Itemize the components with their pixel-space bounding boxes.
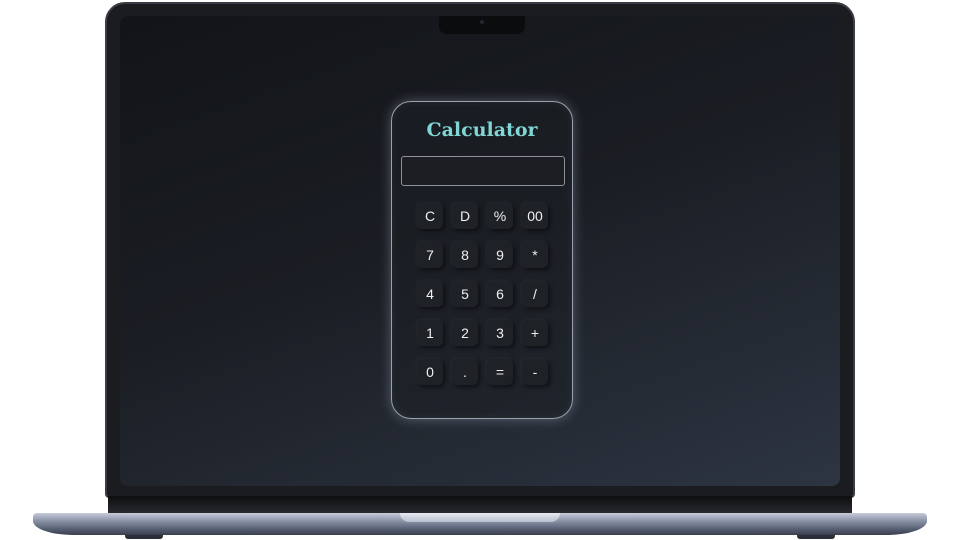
key-6[interactable]: 6 xyxy=(487,281,513,307)
laptop-foot-right xyxy=(797,535,835,539)
laptop-base xyxy=(33,513,927,535)
laptop-lid: Calculator C D % 00 7 8 9 * 4 5 6 / 1 2 xyxy=(105,2,855,498)
key-3[interactable]: 3 xyxy=(487,320,513,346)
key-subtract[interactable]: - xyxy=(522,359,548,385)
key-9[interactable]: 9 xyxy=(487,242,513,268)
key-divide[interactable]: / xyxy=(522,281,548,307)
calculator-panel: Calculator C D % 00 7 8 9 * 4 5 6 / 1 2 xyxy=(391,101,573,419)
laptop-mockup: Calculator C D % 00 7 8 9 * 4 5 6 / 1 2 xyxy=(0,0,960,540)
key-0[interactable]: 0 xyxy=(417,359,443,385)
key-double-zero[interactable]: 00 xyxy=(522,203,548,229)
key-percent[interactable]: % xyxy=(487,203,513,229)
key-8[interactable]: 8 xyxy=(452,242,478,268)
key-add[interactable]: + xyxy=(522,320,548,346)
calculator-display[interactable] xyxy=(401,156,565,186)
calculator-keypad: C D % 00 7 8 9 * 4 5 6 / 1 2 3 + 0 . = - xyxy=(417,203,548,385)
laptop-hinge xyxy=(108,496,852,514)
key-1[interactable]: 1 xyxy=(417,320,443,346)
laptop-screen: Calculator C D % 00 7 8 9 * 4 5 6 / 1 2 xyxy=(120,16,840,486)
calculator-title: Calculator xyxy=(426,119,538,141)
key-7[interactable]: 7 xyxy=(417,242,443,268)
laptop-base-lip xyxy=(400,513,560,522)
key-clear[interactable]: C xyxy=(417,203,443,229)
key-multiply[interactable]: * xyxy=(522,242,548,268)
laptop-foot-left xyxy=(125,535,163,539)
key-5[interactable]: 5 xyxy=(452,281,478,307)
camera-icon xyxy=(480,20,484,24)
key-delete[interactable]: D xyxy=(452,203,478,229)
key-4[interactable]: 4 xyxy=(417,281,443,307)
key-equals[interactable]: = xyxy=(487,359,513,385)
camera-notch xyxy=(439,16,525,34)
key-decimal[interactable]: . xyxy=(452,359,478,385)
key-2[interactable]: 2 xyxy=(452,320,478,346)
